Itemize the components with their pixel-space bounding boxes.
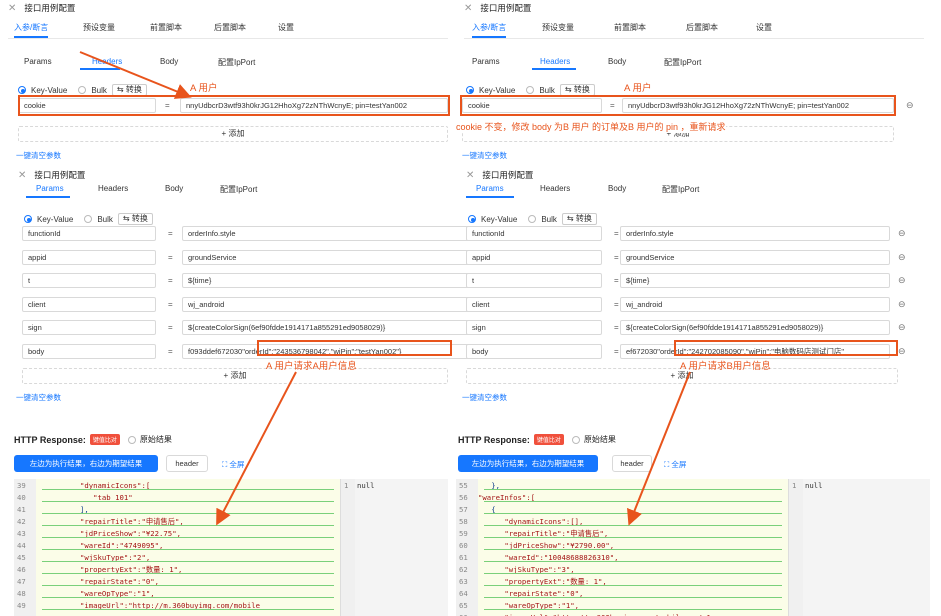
arrow-headers-to-cookie (79, 51, 192, 99)
annotation-arrows (79, 51, 691, 526)
arrow-user-b-to-response (627, 371, 691, 526)
arrow-user-a-to-response (216, 371, 297, 526)
